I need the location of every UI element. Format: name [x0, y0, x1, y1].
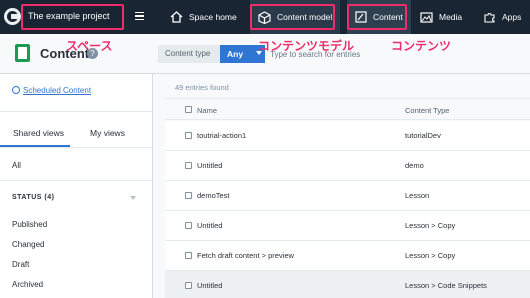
nav-content-label: Content	[373, 12, 403, 22]
nav-content[interactable]: Content	[347, 0, 411, 34]
view-all[interactable]: All	[12, 161, 21, 170]
entry-content-type: tutorialDev	[405, 131, 441, 140]
annotation-content: コンテンツ	[391, 39, 452, 53]
nav-media[interactable]: Media	[420, 0, 462, 34]
contentful-logo-icon	[4, 8, 21, 25]
row-checkbox[interactable]	[185, 282, 192, 289]
status-item-changed[interactable]: Changed	[12, 240, 44, 249]
content-type-label: Content type	[158, 45, 220, 63]
table-header: Name Content Type	[165, 98, 530, 120]
content-page-icon	[15, 44, 30, 62]
entry-name: Untitled	[197, 281, 223, 290]
table-row[interactable]: Fetch draft content > preview Lesson > C…	[165, 241, 530, 271]
chevron-down-icon[interactable]	[130, 196, 136, 200]
media-icon	[420, 11, 433, 23]
entry-name: Untitled	[197, 161, 223, 170]
entry-name: Fetch draft content > preview	[197, 251, 294, 260]
column-header-content-type[interactable]: Content Type	[405, 106, 449, 115]
row-checkbox[interactable]	[185, 192, 192, 199]
divider	[0, 180, 152, 181]
divider	[0, 111, 152, 112]
entry-name: demoTest	[197, 191, 230, 200]
nav-space-home[interactable]: Space home	[170, 0, 237, 34]
column-header-name[interactable]: Name	[197, 106, 217, 115]
entries-count: 49 entries found	[175, 83, 229, 92]
nav-content-model-label: Content model	[277, 12, 333, 22]
entries-list: 49 entries found Name Content Type toutr…	[153, 74, 530, 298]
entry-content-type: Lesson	[405, 191, 430, 200]
nav-space-home-label: Space home	[189, 12, 237, 22]
cube-icon	[258, 10, 271, 24]
divider	[0, 147, 152, 148]
entry-content-type: Lesson > Code Snippets	[405, 281, 487, 290]
entry-content-type: demo	[405, 161, 424, 170]
nav-apps-label: Apps	[502, 12, 522, 22]
tab-shared-views[interactable]: Shared views	[13, 128, 64, 138]
puzzle-icon	[484, 13, 495, 23]
status-item-published[interactable]: Published	[12, 220, 47, 229]
status-heading[interactable]: STATUS (4)	[12, 194, 54, 201]
row-checkbox[interactable]	[185, 132, 192, 139]
select-all-checkbox[interactable]	[185, 106, 192, 113]
entry-content-type: Lesson > Copy	[405, 251, 456, 260]
space-switcher[interactable]: The example project	[0, 0, 153, 34]
entry-name: Untitled	[197, 221, 223, 230]
space-name: The example project	[28, 11, 110, 21]
entry-name: toutrial-action1	[197, 131, 247, 140]
table-row[interactable]: Untitled Lesson > Copy	[165, 211, 530, 241]
home-icon	[170, 11, 183, 23]
row-checkbox[interactable]	[185, 252, 192, 259]
table-row[interactable]: Untitled demo	[165, 151, 530, 181]
row-checkbox[interactable]	[185, 162, 192, 169]
nav-content-model[interactable]: Content model	[250, 0, 341, 34]
table-row[interactable]: toutrial-action1 tutorialDev	[165, 121, 530, 151]
views-sidebar: Scheduled Content Shared views My views …	[0, 74, 153, 298]
status-item-archived[interactable]: Archived	[12, 280, 43, 289]
nav-media-label: Media	[439, 12, 463, 22]
clock-icon	[12, 86, 20, 94]
table-row[interactable]: Untitled Lesson > Code Snippets	[165, 271, 530, 298]
top-navigation-bar: The example project Space home Content m…	[0, 0, 530, 34]
tab-my-views[interactable]: My views	[90, 128, 125, 138]
table-row[interactable]: demoTest Lesson	[165, 181, 530, 211]
entry-content-type: Lesson > Copy	[405, 221, 456, 230]
annotation-space: スペース	[66, 39, 113, 53]
hamburger-menu-icon[interactable]	[135, 12, 144, 20]
row-checkbox[interactable]	[185, 222, 192, 229]
status-item-draft[interactable]: Draft	[12, 260, 29, 269]
nav-apps[interactable]: Apps	[484, 0, 521, 34]
content-edit-icon	[355, 11, 367, 23]
annotation-content-model: コンテンツモデル	[258, 39, 355, 53]
scheduled-content-link[interactable]: Scheduled Content	[23, 86, 91, 95]
